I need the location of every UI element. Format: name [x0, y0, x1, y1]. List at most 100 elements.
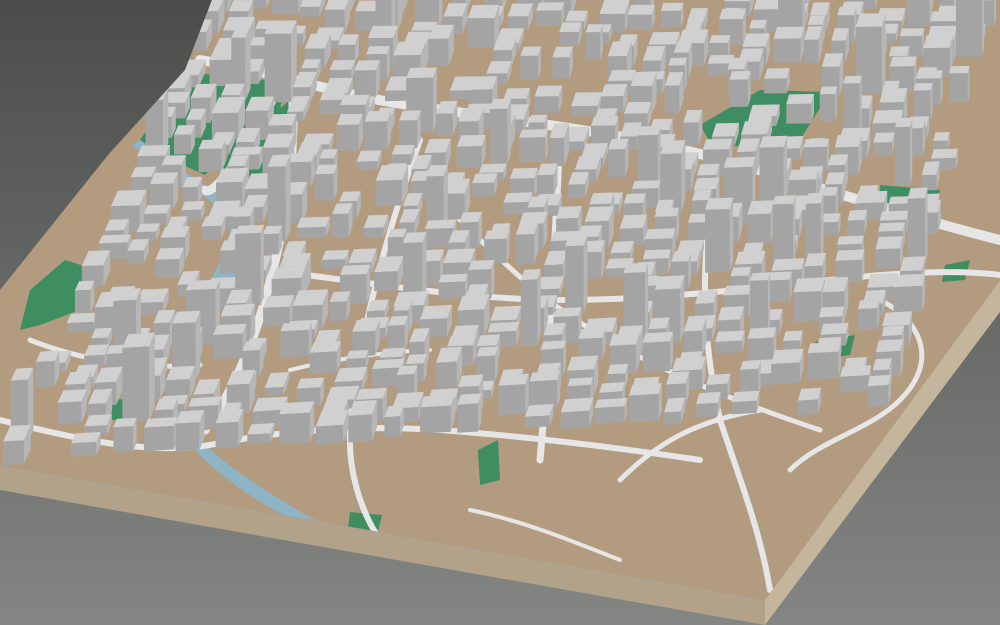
building — [71, 431, 101, 457]
building-front-face — [858, 308, 878, 331]
3d-city-model-view[interactable] — [0, 0, 1000, 625]
building-roof — [336, 113, 363, 125]
building-roof — [807, 15, 826, 25]
building-roof — [749, 19, 767, 29]
building-front-face — [565, 245, 584, 314]
building-front-face — [57, 401, 82, 425]
building-roof — [949, 65, 970, 74]
building-roof — [730, 266, 751, 277]
building-front-face — [122, 346, 149, 423]
building-roof — [529, 371, 561, 382]
building — [438, 273, 468, 300]
building — [875, 236, 903, 270]
building-roof — [742, 33, 770, 47]
building-front-face — [907, 198, 925, 266]
building-roof — [356, 387, 387, 400]
building-front-face — [332, 213, 349, 238]
building — [364, 110, 392, 150]
building-front-face — [144, 425, 174, 452]
building-front-face — [264, 386, 284, 396]
building-roof — [878, 222, 905, 232]
building-front-face — [263, 233, 279, 255]
building-roof — [723, 156, 756, 168]
building-front-face — [747, 213, 771, 244]
building-roof — [783, 330, 803, 342]
building — [729, 70, 751, 107]
building-roof — [644, 228, 676, 240]
building-roof — [668, 57, 687, 66]
building-roof — [747, 327, 777, 339]
building-roof — [711, 122, 739, 137]
building — [388, 315, 409, 351]
building — [608, 138, 629, 178]
building — [375, 164, 409, 207]
building-front-face — [893, 285, 923, 314]
building-roof — [553, 307, 582, 317]
building-roof — [771, 348, 804, 364]
building — [122, 332, 155, 423]
building — [705, 197, 734, 273]
building-side-face — [149, 332, 155, 421]
building-roof — [872, 358, 892, 371]
building-roof — [923, 35, 953, 48]
building-side-face — [195, 310, 201, 382]
building-front-face — [840, 375, 869, 393]
building — [174, 125, 195, 155]
building-roof — [567, 377, 593, 387]
building-roof — [71, 431, 101, 444]
building-front-face — [319, 99, 343, 114]
building-roof — [472, 173, 498, 184]
building-front-face — [515, 233, 535, 265]
building-roof — [420, 394, 455, 408]
building-roof — [678, 29, 709, 44]
building — [664, 72, 684, 113]
building-front-face — [571, 105, 598, 116]
building-side-face — [260, 224, 264, 306]
building-roof — [632, 180, 661, 189]
building-front-face — [585, 32, 601, 61]
building-roof — [247, 423, 275, 435]
building-roof — [804, 252, 826, 267]
building-front-face — [489, 108, 508, 165]
building-front-face — [520, 55, 538, 80]
building-roof — [534, 85, 563, 97]
building-roof — [881, 325, 904, 337]
building-roof — [280, 322, 312, 332]
building-roof — [456, 134, 486, 147]
building-front-face — [399, 120, 418, 149]
building — [747, 200, 775, 244]
building — [519, 129, 549, 163]
building — [288, 152, 315, 187]
building-roof — [607, 363, 628, 375]
building-roof — [528, 114, 548, 123]
building — [435, 346, 463, 389]
building-roof — [741, 120, 771, 135]
building-roof — [717, 306, 744, 321]
building-front-face — [127, 250, 144, 264]
building-roof — [715, 330, 745, 342]
building-roof — [654, 275, 685, 290]
building-front-face — [457, 403, 478, 433]
building-front-face — [300, 6, 320, 17]
building-roof — [340, 264, 371, 275]
building — [525, 404, 554, 428]
building-roof — [498, 373, 529, 386]
building — [895, 117, 913, 186]
building — [520, 269, 541, 346]
building — [356, 150, 382, 170]
building-roof — [822, 276, 849, 293]
building-roof — [599, 0, 630, 14]
building — [264, 20, 297, 103]
building-roof — [654, 207, 680, 217]
building-front-face — [731, 400, 757, 415]
building-roof — [556, 206, 582, 219]
building-roof — [931, 148, 958, 159]
building — [594, 397, 628, 424]
building-roof — [457, 393, 482, 405]
building — [627, 4, 655, 30]
building-roof — [296, 216, 330, 228]
building-roof — [706, 373, 731, 385]
building-roof — [759, 135, 787, 148]
building-roof — [916, 70, 943, 79]
building-side-face — [507, 98, 512, 165]
